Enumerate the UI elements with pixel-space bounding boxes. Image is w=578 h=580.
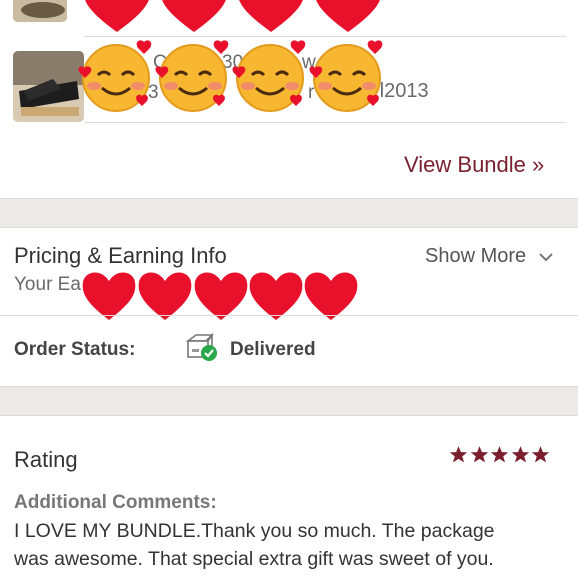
smiling-face-with-hearts-icon <box>309 40 383 112</box>
heart-emoji-icon <box>85 0 149 32</box>
order-status-value: Delivered <box>230 339 316 360</box>
star-icon <box>511 446 529 463</box>
show-more-button[interactable]: Show More <box>425 245 554 268</box>
star-icon <box>490 446 509 463</box>
item-thumbnail-1[interactable] <box>13 0 67 22</box>
item-thumbnail-2[interactable] <box>13 51 84 122</box>
item-divider <box>84 36 566 37</box>
order-status-label: Order Status: <box>14 339 136 360</box>
package-delivered-icon <box>186 333 217 361</box>
sandal-image <box>13 51 84 122</box>
pricing-title: Pricing & Earning Info <box>14 243 227 268</box>
heart-emoji-icon <box>239 0 303 32</box>
smiling-face-with-hearts-icon <box>232 40 306 112</box>
heart-emoji-icon <box>162 0 226 32</box>
star-icon <box>531 446 550 463</box>
heart-emoji-icon <box>316 0 380 32</box>
star-icon <box>470 446 488 463</box>
section-gap <box>0 198 578 228</box>
rating-title: Rating <box>14 447 78 472</box>
item-divider <box>84 122 566 123</box>
chevron-down-icon <box>539 253 553 262</box>
comment-text-line: I LOVE MY BUNDLE.Thank you so much. The … <box>14 520 495 542</box>
show-more-label: Show More <box>425 245 527 267</box>
star-icon <box>449 446 468 463</box>
smiling-face-with-hearts-icon <box>155 40 229 112</box>
section-gap <box>0 386 578 416</box>
view-bundle-link[interactable]: View Bundle » <box>404 152 544 178</box>
smiling-face-with-hearts-icon <box>78 40 152 112</box>
comment-text-line: was awesome. That special extra gift was… <box>14 548 494 570</box>
earnings-label: Your Ea <box>14 274 81 295</box>
section-divider <box>0 315 578 316</box>
comments-label: Additional Comments: <box>14 492 217 513</box>
shoe-image <box>13 0 67 22</box>
